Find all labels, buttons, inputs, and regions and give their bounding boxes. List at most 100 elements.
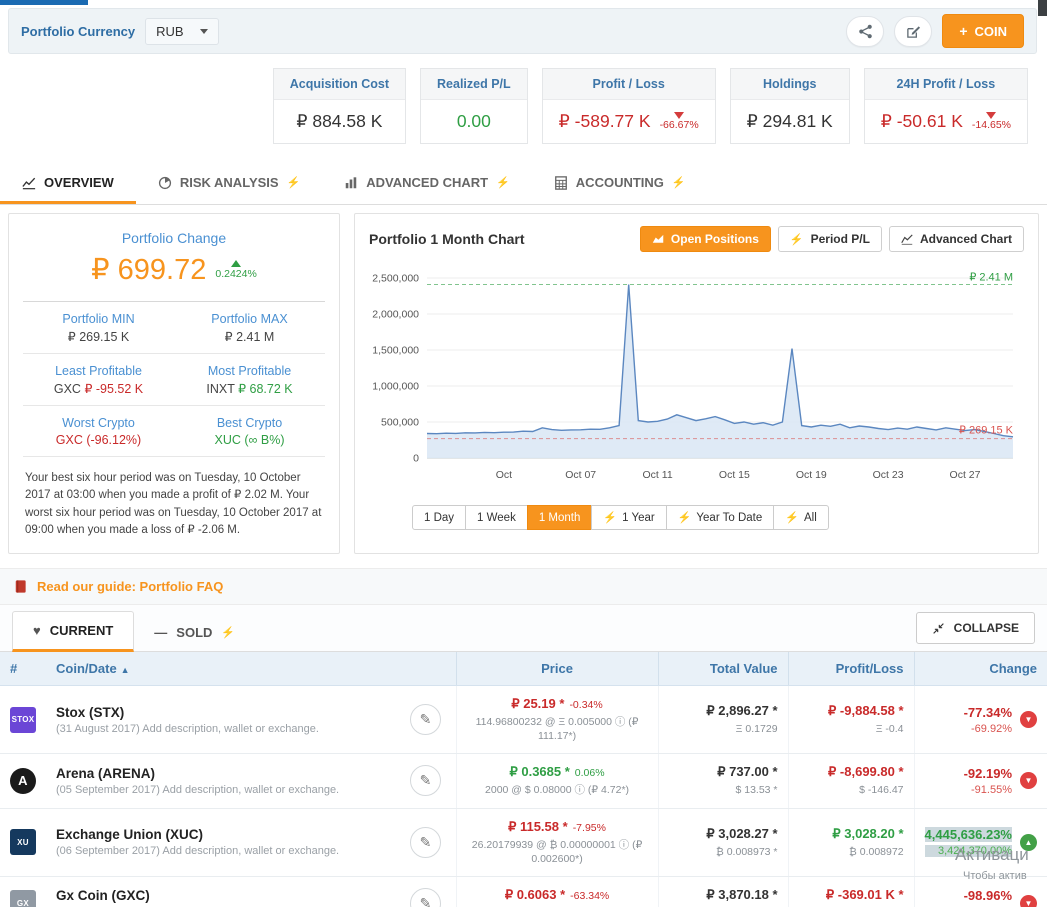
coin-logo-icon: STOX [10,707,36,733]
currency-select[interactable]: RUB [145,18,218,45]
portfolio-faq-banner[interactable]: Read our guide: Portfolio FAQ [0,568,1047,605]
trend-arrow-icon: ▼ [1020,895,1037,907]
coin-logo-icon: A [10,768,36,794]
col-coin-date[interactable]: Coin/Date▲ [46,652,400,686]
tab-risk-analysis[interactable]: RISK ANALYSIS ⚡ [136,162,322,204]
table-header-row: # Coin/Date▲ Price Total Value Profit/Lo… [0,652,1047,686]
worst-crypto-stat: Worst Crypto GXC (-96.12%) [23,406,174,456]
tab-accounting[interactable]: ACCOUNTING ⚡ [532,162,708,204]
chart-area: 0500,0001,000,0001,500,0002,000,0002,500… [369,266,1024,499]
total-value-detail: ₿ 0.008973 * [669,845,778,859]
change-percent-secondary: -69.92% [964,723,1012,735]
faq-link[interactable]: Read our guide: Portfolio FAQ [37,579,223,594]
coin-name-link[interactable]: Arena (ARENA) [56,766,390,781]
col-total-value[interactable]: Total Value [658,652,788,686]
stat-label: Holdings [731,69,849,100]
portfolio-change-pct: 0.2424% [215,260,256,280]
coin-price-change: -7.95% [573,822,606,834]
pencil-icon: ✎ [420,895,432,907]
svg-text:1,500,000: 1,500,000 [372,345,419,357]
col-rank[interactable]: # [0,652,46,686]
coin-name-link[interactable]: Gx Coin (GXC) [56,888,390,903]
coin-name-link[interactable]: Exchange Union (XUC) [56,827,390,842]
pie-chart-icon [158,176,172,190]
portfolio-change-value: ₽ 699.72 [91,252,206,287]
heart-icon: ♥ [33,623,41,638]
activation-watermark: Активаци Чтобы актив [955,845,1047,882]
range-1-month[interactable]: 1 Month [527,505,593,530]
share-icon [858,24,873,39]
svg-text:₽ 2.41 M: ₽ 2.41 M [969,271,1013,283]
portfolio-min-stat: Portfolio MIN ₽ 269.15 K [23,302,174,353]
main-tab-bar: OVERVIEW RISK ANALYSIS ⚡ ADVANCED CHART … [0,162,1047,205]
period-pl-button[interactable]: ⚡ Period P/L [778,226,882,252]
edit-coin-button[interactable]: ✎ [410,888,441,907]
add-coin-button[interactable]: + COIN [942,14,1024,48]
table-row: GX Gx Coin (GXC) (13 September 2017) Add… [0,876,1047,907]
profit-loss-value: ₽ -9,884.58 * [799,703,904,719]
stat-profit-loss: Profit / Loss ₽ -589.77 K -66.67% [542,68,716,144]
most-profitable-stat: Most Profitable INXT ₽ 68.72 K [174,354,325,405]
edit-coin-button[interactable]: ✎ [410,827,441,858]
sort-asc-icon: ▲ [121,665,130,675]
stat-holdings: Holdings ₽ 294.81 K [730,68,850,144]
collapse-icon [932,622,945,635]
svg-text:Oct 19: Oct 19 [796,469,827,481]
col-price[interactable]: Price [456,652,658,686]
plus-icon: + [959,23,967,39]
arrow-up-icon [231,260,241,267]
col-profit-loss[interactable]: Profit/Loss [788,652,914,686]
stat-change: -14.65% [972,112,1011,131]
coin-date-note[interactable]: (06 September 2017) Add description, wal… [56,845,390,857]
range-1-year[interactable]: ⚡1 Year [591,505,666,530]
portfolio-max-stat: Portfolio MAX ₽ 2.41 M [174,302,325,353]
stats-row: Acquisition Cost ₽ 884.58 K Realized P/L… [0,54,1047,162]
svg-text:2,000,000: 2,000,000 [372,309,419,321]
bolt-icon: ⚡ [287,176,301,189]
edit-coin-button[interactable]: ✎ [410,765,441,796]
range-year-to-date[interactable]: ⚡Year To Date [666,505,775,530]
svg-text:2,500,000: 2,500,000 [372,273,419,285]
arrow-down-icon [986,112,996,119]
tab-current[interactable]: ♥ CURRENT [12,611,134,652]
bolt-icon: ⚡ [603,511,617,524]
range-1-day[interactable]: 1 Day [412,505,466,530]
book-icon [14,579,28,594]
edit-note-button[interactable] [894,16,932,47]
tab-advanced-chart[interactable]: ADVANCED CHART ⚡ [322,162,532,204]
trend-arrow-icon: ▼ [1020,772,1037,789]
share-button[interactable] [846,16,884,47]
tab-overview[interactable]: OVERVIEW [0,162,136,204]
change-percent: -98.96% [964,888,1012,903]
coin-price: ₽ 0.3685 * [509,764,569,779]
portfolio-line-chart[interactable]: 0500,0001,000,0001,500,0002,000,0002,500… [369,266,1021,494]
coin-price: ₽ 0.6063 * [505,887,565,902]
open-positions-button[interactable]: Open Positions [640,226,771,252]
svg-text:Oct 15: Oct 15 [719,469,750,481]
portfolio-page: Portfolio Currency RUB + COIN Acquisitio… [0,0,1047,907]
browser-corner-box [1038,0,1047,16]
coin-date-note[interactable]: (31 August 2017) Add description, wallet… [56,723,390,735]
table-row: STOX Stox (STX) (31 August 2017) Add des… [0,686,1047,754]
least-profitable-stat: Least Profitable GXC ₽ -95.52 K [23,354,174,405]
coin-name-link[interactable]: Stox (STX) [56,705,390,720]
tab-sold[interactable]: — SOLD ⚡ [134,614,255,651]
best-worst-period-note: Your best six hour period was on Tuesday… [9,457,339,553]
col-change[interactable]: Change [914,652,1047,686]
advanced-chart-button[interactable]: Advanced Chart [889,226,1024,252]
edit-coin-button[interactable]: ✎ [410,704,441,735]
collapse-button[interactable]: COLLAPSE [916,612,1035,644]
stat-value: ₽ -589.77 K -66.67% [543,100,715,143]
coin-price-change: -63.34% [570,890,609,902]
table-row: A Arena (ARENA) (05 September 2017) Add … [0,754,1047,808]
portfolio-currency-label: Portfolio Currency [21,24,135,39]
edit-icon [906,24,921,39]
profit-loss-detail: ₿ 0.008972 [799,845,904,859]
stat-value: 0.00 [421,100,527,143]
svg-text:Oct 07: Oct 07 [565,469,596,481]
coin-date-note[interactable]: (05 September 2017) Add description, wal… [56,784,390,796]
range-1-week[interactable]: 1 Week [465,505,528,530]
bolt-icon: ⚡ [496,176,510,189]
range-all[interactable]: ⚡All [773,505,828,530]
stat-label: Profit / Loss [543,69,715,100]
